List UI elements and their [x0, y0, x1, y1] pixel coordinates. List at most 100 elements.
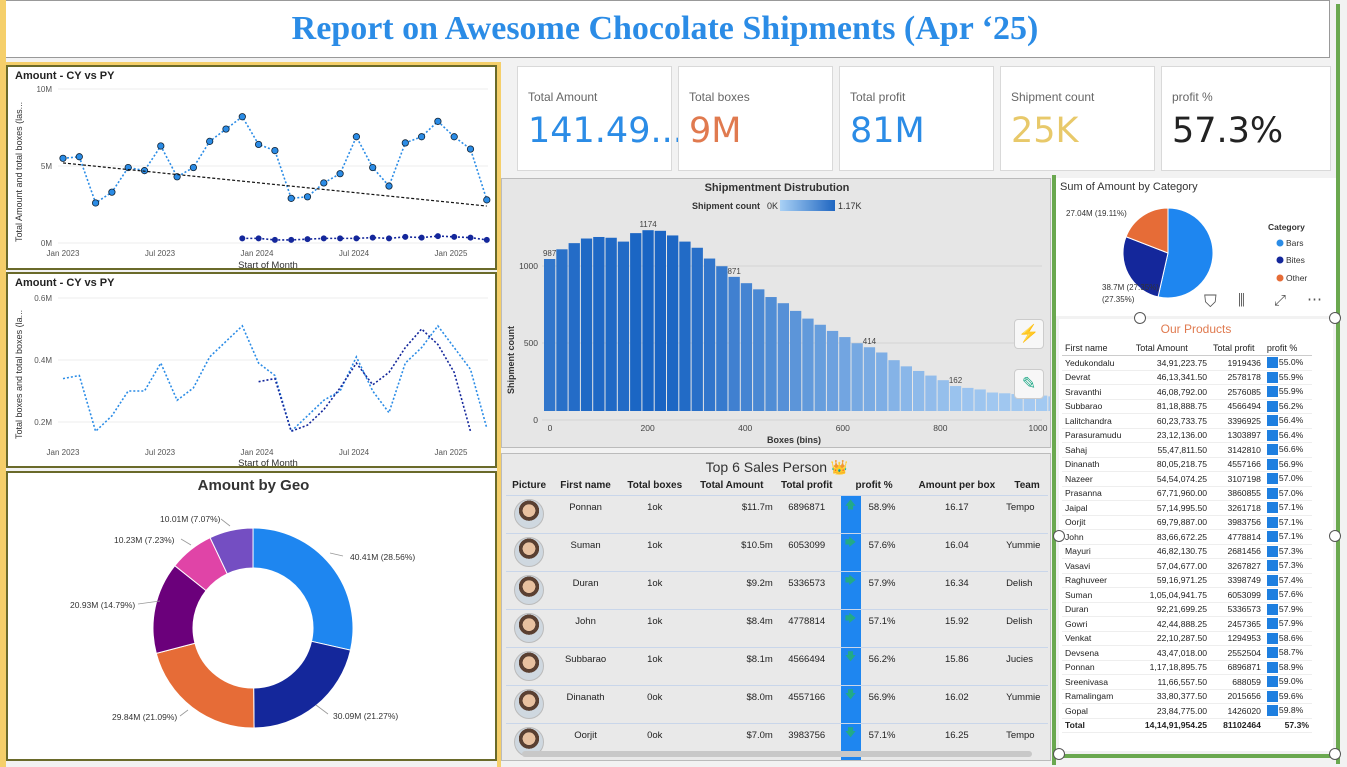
table-row[interactable]: Devrat 46,13,341.50 2578178 55.9% — [1062, 370, 1312, 385]
product-cell: Jaipal — [1062, 500, 1133, 516]
category-pie-chart[interactable]: Sum of Amount by Category 27.04M (19.11%… — [1056, 178, 1336, 316]
profit-bar — [1266, 531, 1278, 543]
cy-point — [206, 137, 214, 145]
geo-donut-chart[interactable]: Amount by Geo 40.41M (28.56%) 30.09M (21… — [6, 471, 497, 761]
kpi-profit-pct[interactable]: profit % 57.3% — [1161, 66, 1331, 171]
product-cell: Sahaj — [1062, 442, 1133, 458]
product-cell: 2552504 — [1210, 645, 1264, 661]
resize-handle[interactable] — [1329, 748, 1341, 760]
product-cell: 23,84,775.00 — [1132, 703, 1211, 719]
profit-bar — [1266, 415, 1278, 427]
table-row[interactable]: Raghuveer 59,16,971.25 3398749 57.4% — [1062, 573, 1312, 588]
column-header[interactable]: First name — [552, 476, 619, 496]
table-row[interactable]: Gowri 42,44,888.25 2457365 57.9% — [1062, 616, 1312, 632]
shipment-histogram[interactable]: Shipmentment Distrubution Shipment count… — [501, 178, 1051, 448]
resize-handle[interactable] — [1053, 530, 1065, 542]
histogram-bar — [716, 266, 728, 411]
resize-handle[interactable] — [1329, 312, 1341, 324]
product-cell: 60,23,733.75 — [1132, 413, 1211, 429]
column-header[interactable]: Total profit — [1210, 341, 1264, 356]
format-brush-icon[interactable]: ✎ — [1014, 369, 1044, 399]
table-row[interactable]: Yedukondalu 34,91,223.75 1919436 55.0% — [1062, 355, 1312, 371]
table-row[interactable]: Subbarao 81,18,888.75 4566494 56.2% — [1062, 399, 1312, 414]
table-row[interactable]: Prasanna 67,71,960.00 3860855 57.0% — [1062, 486, 1312, 501]
table-row[interactable]: Sahaj 55,47,811.50 3142810 56.6% — [1062, 442, 1312, 458]
table-row[interactable]: Devsena 43,47,018.00 2552504 58.7% — [1062, 645, 1312, 661]
product-cell: Subbarao — [1062, 399, 1133, 414]
table-row[interactable]: Sreenivasa 11,66,557.50 688059 59.0% — [1062, 674, 1312, 690]
focus-mode-icon[interactable]: ⤢ — [1274, 292, 1286, 309]
column-header[interactable]: profit % — [841, 476, 908, 496]
table-row[interactable]: Sravanthi 46,08,792.00 2576085 55.9% — [1062, 384, 1312, 400]
x-tick-label: Jan 2025 — [435, 448, 468, 457]
column-header[interactable]: Amount per box — [908, 476, 1006, 496]
table-row[interactable]: Duran 1ok $9.2m 5336573 🡆 57.9% 16.34 Delish — [506, 571, 1048, 610]
product-cell: 11,66,557.50 — [1132, 674, 1211, 690]
column-header[interactable]: Picture — [506, 476, 552, 496]
column-header[interactable]: Total Amount — [691, 476, 773, 496]
resize-handle[interactable] — [1134, 312, 1146, 324]
apb-cell: 15.86 — [907, 647, 1007, 686]
resize-handle[interactable] — [1329, 530, 1341, 542]
table-row[interactable]: Mayuri 46,82,130.75 2681456 57.3% — [1062, 544, 1312, 559]
resize-handle[interactable] — [1053, 748, 1065, 760]
column-header[interactable]: profit % — [1263, 341, 1312, 356]
table-row[interactable]: Venkat 22,10,287.50 1294953 58.6% — [1062, 631, 1312, 646]
column-header[interactable]: First name — [1062, 341, 1133, 356]
table-row[interactable]: John 83,66,672.25 4778814 57.1% — [1062, 529, 1312, 545]
column-header[interactable]: Total profit — [773, 476, 841, 496]
product-cell: Ramalingam — [1062, 689, 1133, 704]
histogram-bar — [999, 393, 1011, 411]
kpi-total-profit[interactable]: Total profit 81M — [839, 66, 994, 171]
product-cell: 59.0% — [1263, 674, 1312, 690]
kpi-total-boxes[interactable]: Total boxes 9M — [678, 66, 833, 171]
product-cell: Lalitchandra — [1062, 413, 1133, 429]
table-row[interactable]: Ponnan 1ok $11.7m 6896871 🡅 58.9% 16.17 Tempo — [506, 495, 1048, 534]
crown-icon: 👑 — [830, 459, 849, 475]
table-row[interactable]: John 1ok $8.4m 4778814 🡆 57.1% 15.92 Delish — [506, 609, 1048, 648]
line-chart-1[interactable]: Amount - CY vs PY Total Amount and total… — [6, 65, 497, 270]
table-row[interactable]: Suman 1,05,04,941.75 6053099 57.6% — [1062, 587, 1312, 603]
table-row[interactable]: Lalitchandra 60,23,733.75 3396925 56.4% — [1062, 413, 1312, 429]
table-row[interactable]: Jaipal 57,14,995.50 3261718 57.1% — [1062, 500, 1312, 516]
kpi-total-amount[interactable]: Total Amount 141.49... — [517, 66, 684, 171]
column-header[interactable]: Total boxes — [619, 476, 691, 496]
column-header[interactable]: Total Amount — [1132, 341, 1211, 356]
apb-cell: 16.17 — [907, 495, 1007, 534]
table-row[interactable]: Ramalingam 33,80,377.50 2015656 59.6% — [1062, 689, 1312, 704]
top-sales-table[interactable]: Top 6 Sales Person 👑 Picture First name To… — [501, 453, 1051, 761]
py-point — [386, 235, 392, 242]
smart-narrative-icon[interactable]: ⚡ — [1014, 319, 1044, 349]
column-header[interactable]: Team — [1006, 476, 1048, 496]
geo-label-2: 30.09M (21.27%) — [333, 711, 398, 721]
line-chart-2[interactable]: Amount - CY vs PY Total boxes and total … — [6, 272, 497, 468]
table-row[interactable]: Dinanath 80,05,218.75 4557166 56.9% — [1062, 457, 1312, 472]
table-row[interactable]: Oorjit 69,79,887.00 3983756 57.1% — [1062, 515, 1312, 530]
product-cell: Ponnan — [1062, 660, 1133, 675]
table-row[interactable]: Vasavi 57,04,677.00 3267827 57.3% — [1062, 558, 1312, 574]
avatar — [506, 609, 553, 648]
filter-icon[interactable]: ⛉ — [1204, 292, 1217, 312]
horizontal-scrollbar[interactable] — [522, 751, 1032, 757]
x-tick-label: Jan 2024 — [241, 448, 274, 457]
table-row[interactable]: Nazeer 54,54,074.25 3107198 57.0% — [1062, 471, 1312, 487]
series-cy-line — [62, 115, 488, 205]
histogram-data-label: 871 — [727, 267, 741, 276]
profit-bar — [1266, 502, 1278, 514]
drill-icon[interactable]: ⫼ — [1238, 292, 1245, 309]
category-legend-bites: Bites — [1286, 255, 1305, 265]
table-row[interactable]: Ponnan 1,17,18,895.75 6896871 58.9% — [1062, 660, 1312, 675]
table-row[interactable]: Duran 92,21,699.25 5336573 57.9% — [1062, 602, 1312, 617]
table-row[interactable]: Gopal 23,84,775.00 1426020 59.8% — [1062, 703, 1312, 719]
py-point — [451, 233, 458, 240]
table-row[interactable]: Subbarao 1ok $8.1m 4566494 🡇 56.2% 15.86 Jucies — [506, 647, 1048, 686]
table-row[interactable]: Suman 1ok $10.5m 6053099 🡆 57.6% 16.04 Yummie — [506, 533, 1048, 572]
products-table[interactable]: Our Products First name Total Amount Total… — [1059, 319, 1333, 751]
product-cell: 46,13,341.50 — [1132, 370, 1211, 385]
product-cell: 55.9% — [1263, 384, 1312, 400]
table-row[interactable]: Parasuramudu 23,12,136.00 1303897 56.4% — [1062, 428, 1312, 443]
more-options-icon[interactable]: ⋯ — [1307, 290, 1322, 308]
table-row[interactable]: Dinanath 0ok $8.0m 4557166 🡇 56.9% 16.02 Yummie — [506, 685, 1048, 724]
kpi-label: Total Amount — [528, 90, 598, 104]
kpi-shipment-count[interactable]: Shipment count 25K — [1000, 66, 1155, 171]
